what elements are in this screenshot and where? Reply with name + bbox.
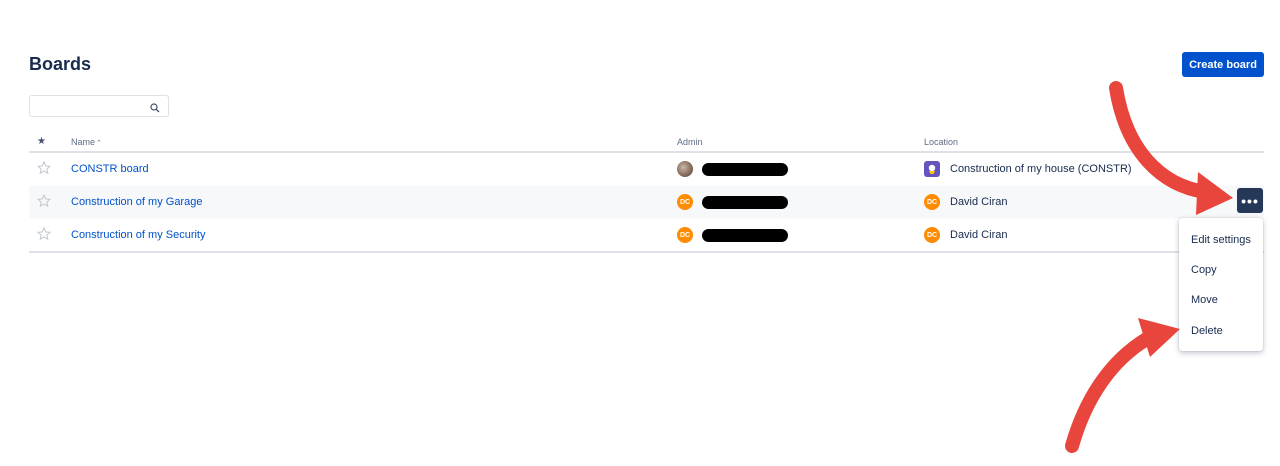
- search-box[interactable]: [29, 95, 169, 117]
- search-icon: [150, 100, 160, 118]
- avatar: DC: [677, 227, 693, 243]
- star-icon[interactable]: [36, 160, 52, 177]
- redacted-name: [702, 228, 788, 242]
- project-icon: [924, 161, 940, 177]
- table-row: Construction of my Garage DC DC David Cir…: [29, 185, 1264, 219]
- redacted-name: [702, 195, 788, 209]
- board-name-link[interactable]: CONSTR board: [71, 163, 149, 175]
- redacted-name: [702, 162, 788, 176]
- location-text[interactable]: David Ciran: [950, 196, 1007, 208]
- location-text[interactable]: David Ciran: [950, 229, 1007, 241]
- avatar: [677, 161, 693, 177]
- menu-item-copy[interactable]: Copy: [1179, 255, 1263, 285]
- star-header-icon: ★: [37, 136, 46, 147]
- name-column-label: Name: [71, 136, 96, 147]
- create-board-button[interactable]: Create board: [1182, 52, 1264, 77]
- sort-icon: ⌃: [96, 139, 102, 147]
- search-input[interactable]: [36, 97, 150, 117]
- boards-table: ★ Name⌃ Admin Location CONSTR board Cons…: [29, 132, 1264, 253]
- table-row: CONSTR board Construction of my house (C…: [29, 152, 1264, 186]
- star-icon[interactable]: [36, 193, 52, 210]
- table-header-row: ★ Name⌃ Admin Location: [29, 132, 1264, 153]
- location-link[interactable]: Construction of my house (CONSTR): [950, 163, 1132, 175]
- table-row: Construction of my Security DC DC David C…: [29, 218, 1264, 253]
- name-column-header[interactable]: Name⌃: [71, 132, 677, 153]
- more-actions-button[interactable]: •••: [1237, 188, 1263, 213]
- menu-item-edit-settings[interactable]: Edit settings: [1179, 225, 1263, 255]
- avatar: DC: [677, 194, 693, 210]
- board-name-link[interactable]: Construction of my Garage: [71, 196, 202, 208]
- avatar: DC: [924, 194, 940, 210]
- board-name-link[interactable]: Construction of my Security: [71, 229, 206, 241]
- page-title: Boards: [29, 54, 92, 74]
- avatar: DC: [924, 227, 940, 243]
- menu-item-move[interactable]: Move: [1179, 285, 1263, 315]
- board-actions-menu: Edit settings Copy Move Delete: [1179, 218, 1263, 351]
- star-icon[interactable]: [36, 226, 52, 243]
- menu-item-delete[interactable]: Delete: [1179, 316, 1263, 346]
- location-column-header: Location: [924, 132, 1264, 153]
- star-column-header[interactable]: ★: [29, 132, 71, 153]
- more-icon: •••: [1241, 192, 1259, 209]
- admin-column-header: Admin: [677, 132, 924, 153]
